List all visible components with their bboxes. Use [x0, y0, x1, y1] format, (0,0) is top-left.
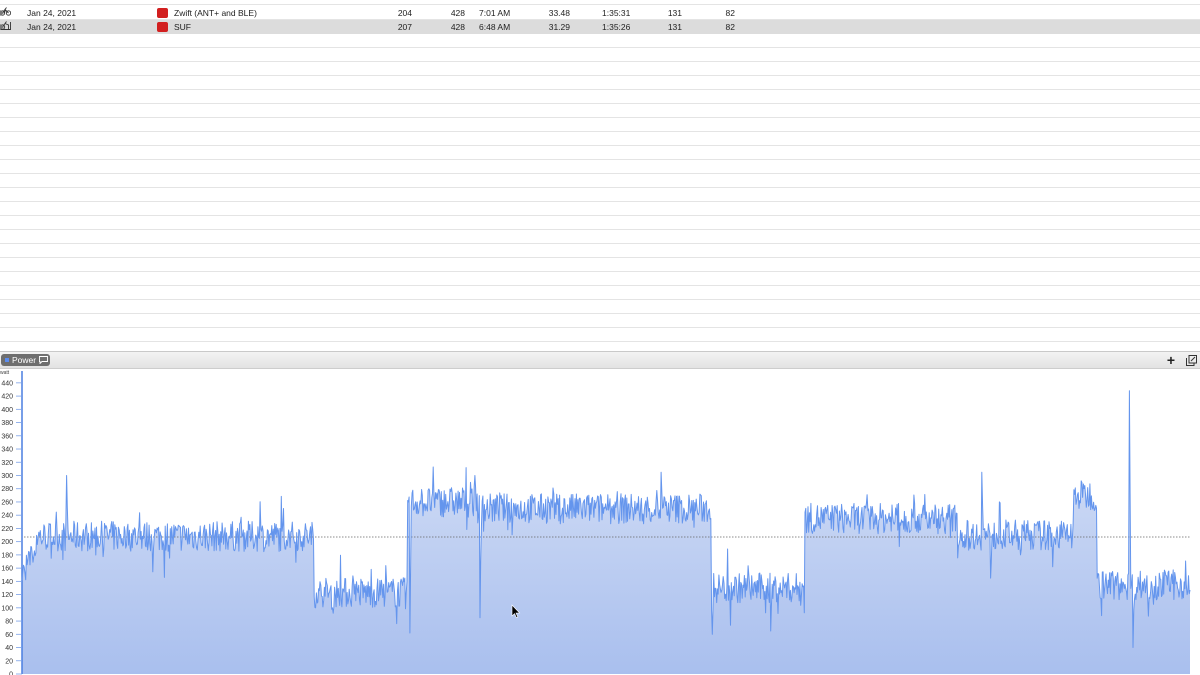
- power-tab-label: Power: [12, 355, 37, 365]
- table-row[interactable]: Jan 24, 2021 Zwift (ANT+ and BLE) 204 42…: [0, 6, 1200, 20]
- popout-window-icon[interactable]: [1186, 355, 1197, 366]
- y-axis-tick-label: 440: [1, 380, 13, 387]
- activity-color-swatch: [157, 8, 168, 18]
- series-color-swatch: [5, 358, 9, 362]
- activity-color-swatch: [157, 22, 168, 32]
- activity-start-time: 7:01 AM: [479, 8, 511, 18]
- activity-tss: 204: [397, 8, 412, 18]
- activity-heart-rate: 131: [667, 8, 682, 18]
- y-axis-tick-label: 0: [9, 672, 13, 675]
- activity-kilojoules: 428: [450, 8, 465, 18]
- disclosure-triangle-icon[interactable]: [0, 24, 4, 30]
- y-axis-tick-label: 20: [5, 658, 13, 665]
- y-axis-unit-label: watt: [0, 370, 10, 376]
- y-axis-tick-label: 160: [1, 566, 13, 573]
- activity-table: Jan 24, 2021 Zwift (ANT+ and BLE) 204 42…: [0, 0, 1200, 351]
- y-axis-tick-label: 120: [1, 592, 13, 599]
- y-axis-tick-label: 180: [1, 552, 13, 559]
- power-chart[interactable]: watt 0 20 40 60 80 100 120 140 160 180 200 220 240 260…: [0, 369, 1200, 675]
- y-axis-tick-label: 140: [1, 579, 13, 586]
- y-axis-tick-label: 380: [1, 420, 13, 427]
- y-axis-tick-label: 260: [1, 499, 13, 506]
- activity-distance: 33.48: [548, 8, 570, 18]
- power-chart-tab[interactable]: Power: [1, 354, 50, 366]
- y-axis-tick-label: 200: [1, 539, 13, 546]
- activity-date: Jan 24, 2021: [27, 22, 77, 32]
- y-axis-tick-label: 240: [1, 513, 13, 520]
- y-axis-tick-label: 60: [5, 632, 13, 639]
- disclosure-triangle-icon[interactable]: [0, 10, 4, 16]
- y-axis-tick-label: 320: [1, 460, 13, 467]
- y-axis-tick-label: 360: [1, 433, 13, 440]
- activity-heart-rate: 131: [667, 22, 682, 32]
- activity-tss: 207: [397, 22, 412, 32]
- y-axis-tick-label: 420: [1, 394, 13, 401]
- y-axis-tick-label: 220: [1, 526, 13, 533]
- activity-distance: 31.29: [548, 22, 570, 32]
- y-axis-tick-label: 300: [1, 473, 13, 480]
- add-chart-button[interactable]: +: [1165, 353, 1177, 367]
- activity-kilojoules: 428: [450, 22, 465, 32]
- chart-header: Power +: [0, 351, 1200, 369]
- activity-duration: 1:35:31: [602, 8, 631, 18]
- y-axis-tick-label: 100: [1, 605, 13, 612]
- activity-date: Jan 24, 2021: [27, 8, 77, 18]
- activity-cadence: 82: [725, 22, 735, 32]
- activity-duration: 1:35:26: [602, 22, 631, 32]
- activity-name: Zwift (ANT+ and BLE): [174, 8, 257, 18]
- y-axis-tick-label: 80: [5, 619, 13, 626]
- y-axis-tick-label: 400: [1, 407, 13, 414]
- activity-start-time: 6:48 AM: [479, 22, 511, 32]
- activity-cadence: 82: [725, 8, 735, 18]
- tab-menu-icon[interactable]: [39, 356, 48, 364]
- activity-name: SUF: [174, 22, 191, 32]
- y-axis-tick-label: 340: [1, 447, 13, 454]
- y-axis-tick-label: 280: [1, 486, 13, 493]
- table-row[interactable]: Jan 24, 2021 SUF 207 428 6:48 AM 31.29 1…: [0, 20, 1200, 34]
- y-axis-tick-label: 40: [5, 645, 13, 652]
